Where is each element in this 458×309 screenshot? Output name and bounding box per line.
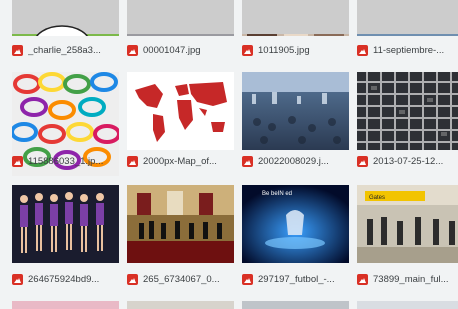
image-file-icon <box>127 44 138 56</box>
image-file-icon <box>242 155 253 167</box>
file-name: 2000px-Map_of... <box>143 155 217 167</box>
image-file-icon <box>12 273 23 285</box>
image-file-icon <box>357 44 368 56</box>
image-file-icon <box>127 155 138 167</box>
file-name: 1011905.jpg <box>258 44 310 56</box>
thumbnail <box>357 301 458 309</box>
thumbnail <box>242 301 349 309</box>
image-file-icon <box>127 273 138 285</box>
thumbnail <box>357 72 458 150</box>
thumbnail <box>127 72 234 150</box>
file-grid: _charlie_258a3... 00001047.jpg 1011905.j… <box>0 0 458 309</box>
file-name: 265_6734067_0... <box>143 273 220 285</box>
file-name: _charlie_258a3... <box>28 44 101 56</box>
file-name: 115886033_1.jp... <box>28 155 104 167</box>
file-name: 264675924bd9... <box>28 273 100 285</box>
file-name: 297197_futbol_-... <box>258 273 335 285</box>
image-file-icon <box>242 273 253 285</box>
image-file-icon <box>242 44 253 56</box>
thumbnail: Be beIN ed <box>242 185 349 263</box>
thumbnail <box>127 301 234 309</box>
airport-sign: Gates <box>369 195 385 201</box>
file-name: 11-septiembre-... <box>373 44 445 56</box>
thumbnail <box>242 0 349 36</box>
thumbnail <box>12 301 119 309</box>
trophy-caption: Be beIN ed <box>262 191 292 197</box>
file-name: 20022008029.j... <box>258 155 329 167</box>
thumbnail <box>127 185 234 263</box>
image-file-icon <box>357 273 368 285</box>
thumbnail <box>12 0 119 36</box>
file-name: 2013-07-25-12... <box>373 155 444 167</box>
thumbnail <box>12 185 119 263</box>
image-file-icon <box>357 155 368 167</box>
file-name: 73899_main_ful... <box>373 273 449 285</box>
image-file-icon <box>12 44 23 56</box>
thumbnail <box>357 0 458 36</box>
file-name: 00001047.jpg <box>143 44 201 56</box>
thumbnail <box>127 0 234 36</box>
image-file-icon <box>12 155 23 167</box>
thumbnail: Gates <box>357 185 458 263</box>
thumbnail <box>242 72 349 150</box>
